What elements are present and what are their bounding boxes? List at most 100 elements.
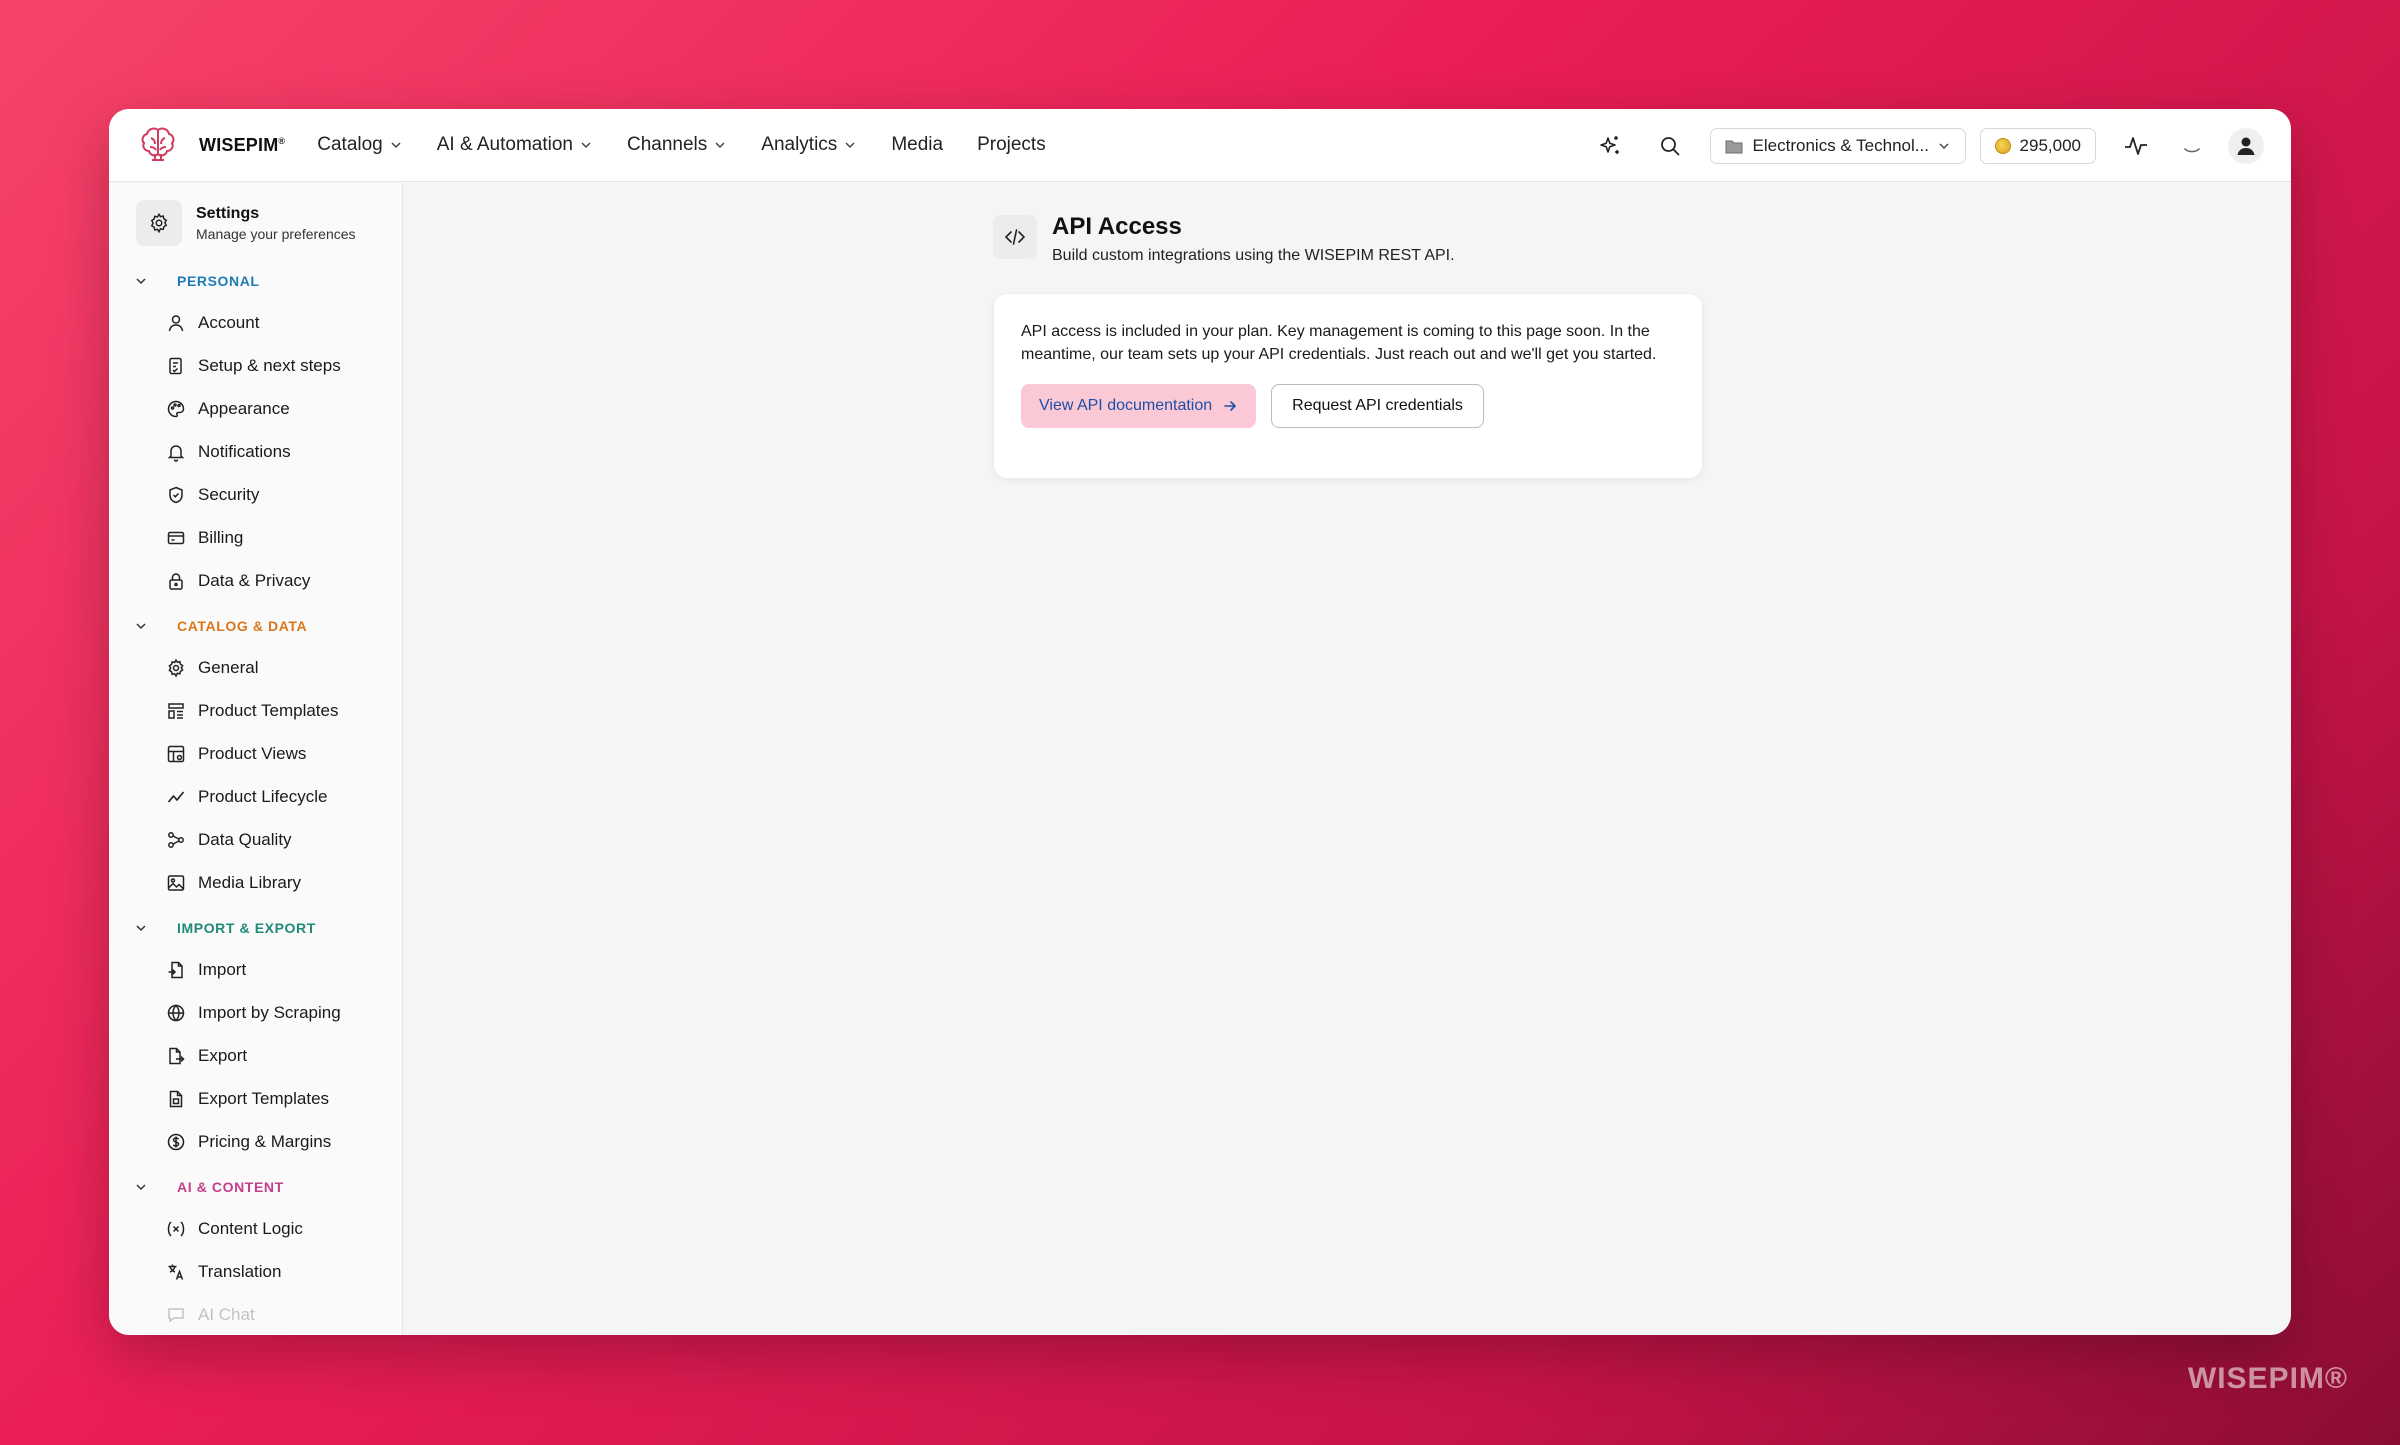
api-info-text: API access is included in your plan. Key… [1021, 323, 1657, 363]
sidebar-item-product-views[interactable]: Product Views [109, 732, 402, 775]
dollar-icon [167, 1133, 185, 1150]
credits-balance[interactable]: 295,000 [1979, 127, 2096, 164]
nav-channels[interactable]: Channels [627, 134, 727, 156]
page-title: API Access [1052, 213, 1182, 240]
folder-icon [1725, 140, 1743, 153]
ai-sparkle-button[interactable] [1592, 128, 1628, 164]
chevron-down-icon [391, 142, 401, 149]
file-export-icon [169, 1047, 185, 1064]
sidebar-item-data-quality[interactable]: Data Quality [109, 818, 402, 861]
section-ai-content: AI & CONTENT Content Logic Translation A… [109, 1167, 402, 1335]
api-info-card: API access is included in your plan. Key… [993, 293, 1703, 479]
table-icon [167, 745, 185, 762]
sidebar-item-product-lifecycle[interactable]: Product Lifecycle [109, 775, 402, 818]
chevron-down-icon [845, 142, 855, 149]
coin-icon [1994, 137, 2011, 154]
settings-sidebar: Settings Manage your preferences PERSONA… [109, 183, 403, 1335]
checklist-icon [169, 357, 182, 374]
brand-logo[interactable]: WISEPIM® [137, 124, 285, 166]
sidebar-item-export-templates[interactable]: Export Templates [109, 1077, 402, 1120]
sidebar-item-setup[interactable]: Setup & next steps [109, 344, 402, 387]
section-toggle-ai-content[interactable]: AI & CONTENT [109, 1167, 402, 1207]
sidebar-item-pricing-margins[interactable]: Pricing & Margins [109, 1120, 402, 1163]
file-import-icon [168, 961, 183, 978]
sidebar-item-billing[interactable]: Billing [109, 516, 402, 559]
sidebar-item-export[interactable]: Export [109, 1034, 402, 1077]
settings-title: Settings [196, 204, 260, 222]
user-icon [168, 314, 184, 331]
request-api-credentials-button[interactable]: Request API credentials [1271, 384, 1484, 428]
sidebar-item-content-logic[interactable]: Content Logic [109, 1207, 402, 1250]
gear-icon [150, 212, 168, 234]
chevron-down-icon [1939, 142, 1949, 149]
sidebar-item-general[interactable]: General [109, 646, 402, 689]
activity-pulse-icon [2125, 136, 2147, 155]
view-api-docs-button[interactable]: View API documentation [1021, 384, 1257, 428]
main-nav: Catalog AI & Automation Channels Analyti… [317, 134, 1079, 156]
gear-icon [168, 658, 184, 677]
section-title-ai-content: AI & CONTENT [177, 1179, 284, 1195]
section-title-catalog-data: CATALOG & DATA [177, 618, 308, 634]
section-toggle-catalog-data[interactable]: CATALOG & DATA [109, 606, 402, 646]
nav-analytics[interactable]: Analytics [761, 134, 857, 156]
settings-gear-tile [136, 200, 182, 246]
sidebar-item-import[interactable]: Import [109, 948, 402, 991]
workspace-selector[interactable]: Electronics & Technol... [1709, 127, 1966, 164]
app-window: WISEPIM® Catalog AI & Automation Channel… [109, 109, 2291, 1335]
translate-icon [168, 1264, 184, 1280]
brain-logo-icon [141, 127, 175, 161]
chevron-down-icon [136, 623, 146, 630]
search-icon [1660, 136, 1679, 155]
arrow-right-icon [1224, 401, 1236, 411]
main-content: API Access Build custom integrations usi… [404, 183, 2291, 1335]
activity-button[interactable] [2118, 128, 2154, 164]
brand-name: WISEPIM® [199, 134, 286, 155]
code-icon [1004, 229, 1026, 245]
chat-icon [168, 1307, 184, 1322]
nav-ai-automation[interactable]: AI & Automation [437, 134, 593, 156]
nav-media[interactable]: Media [891, 134, 943, 156]
globe-icon [167, 1003, 185, 1022]
sidebar-item-data-privacy[interactable]: Data & Privacy [109, 559, 402, 602]
section-toggle-personal[interactable]: PERSONAL [109, 261, 402, 301]
top-navigation-bar: WISEPIM® Catalog AI & Automation Channel… [109, 109, 2291, 182]
shield-icon [169, 486, 183, 503]
image-icon [167, 874, 185, 891]
user-avatar[interactable] [2228, 127, 2264, 164]
sidebar-item-account[interactable]: Account [109, 301, 402, 344]
palette-icon [167, 400, 185, 417]
nav-projects[interactable]: Projects [977, 134, 1046, 156]
sidebar-item-security[interactable]: Security [109, 473, 402, 516]
toolbar-right: Electronics & Technol... 295,000 [1592, 109, 2291, 182]
section-title-personal: PERSONAL [177, 273, 260, 289]
sidebar-item-notifications[interactable]: Notifications [109, 430, 402, 473]
template-icon [168, 702, 184, 719]
variable-icon [167, 1220, 185, 1237]
section-import-export: IMPORT & EXPORT Import Import by Scrapin… [109, 908, 402, 1163]
workspace-name: Electronics & Technol... [1752, 135, 1929, 155]
search-button[interactable] [1652, 128, 1688, 164]
sparkles-icon [1599, 135, 1619, 154]
lock-icon [169, 572, 183, 590]
section-catalog-data: CATALOG & DATA General Product Templates… [109, 606, 402, 904]
loading-spinner-icon [2184, 147, 2200, 152]
brand-watermark: WISEPIM® [2187, 1362, 2348, 1395]
sidebar-item-import-scraping[interactable]: Import by Scraping [109, 991, 402, 1034]
sidebar-item-media-library[interactable]: Media Library [109, 861, 402, 904]
page-subtitle: Build custom integrations using the WISE… [1052, 247, 1455, 264]
credits-value: 295,000 [2019, 135, 2081, 155]
settings-header: Settings Manage your preferences [136, 199, 402, 247]
chevron-down-icon [136, 925, 146, 932]
loading-button[interactable] [2174, 128, 2210, 164]
sidebar-item-translation[interactable]: Translation [109, 1250, 402, 1293]
chevron-down-icon [581, 142, 591, 149]
sidebar-item-ai-chat[interactable]: AI Chat [109, 1293, 402, 1335]
sidebar-item-product-templates[interactable]: Product Templates [109, 689, 402, 732]
nav-catalog[interactable]: Catalog [317, 134, 403, 156]
workflow-icon [168, 831, 184, 848]
section-toggle-import-export[interactable]: IMPORT & EXPORT [109, 908, 402, 948]
user-avatar-icon [2237, 137, 2255, 155]
sidebar-item-appearance[interactable]: Appearance [109, 387, 402, 430]
credit-card-icon [167, 531, 185, 544]
trend-icon [167, 790, 185, 803]
